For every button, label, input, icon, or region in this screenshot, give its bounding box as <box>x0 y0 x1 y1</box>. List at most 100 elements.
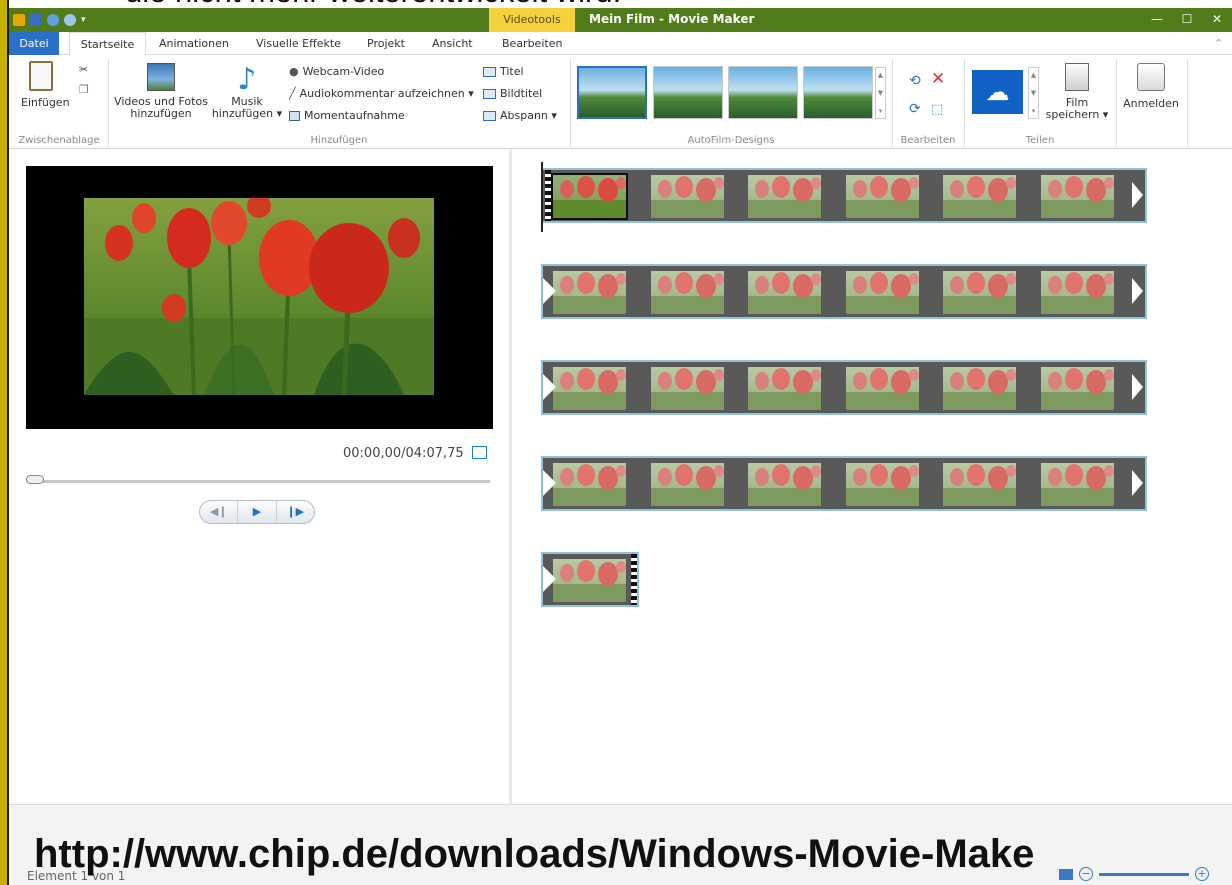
cut-icon[interactable]: ✂ <box>79 63 88 76</box>
save-icon[interactable] <box>30 14 42 26</box>
storyboard-view-icon[interactable] <box>1059 868 1073 880</box>
remove-icon[interactable]: ✕ <box>931 69 945 89</box>
theme-thumbnail[interactable] <box>803 66 873 119</box>
clip-thumbnail[interactable] <box>943 271 1017 314</box>
microphone-icon: ╱ <box>289 87 296 100</box>
clip-thumbnail[interactable] <box>943 367 1017 410</box>
narration-button[interactable]: ╱ Audiokommentar aufzeichnen ▾ <box>289 87 474 100</box>
scroll-down-icon[interactable]: ▼ <box>1031 89 1036 97</box>
clip-thumbnail[interactable] <box>551 173 628 220</box>
zoom-in-icon[interactable]: + <box>1195 867 1209 881</box>
save-movie-label-2: speichern ▾ <box>1045 108 1109 121</box>
theme-thumbnail[interactable] <box>577 66 647 119</box>
minimize-button[interactable]: — <box>1142 8 1172 32</box>
tab-projekt[interactable]: Projekt <box>367 32 405 55</box>
save-movie-button[interactable]: Film speichern ▾ <box>1042 63 1112 121</box>
clip-thumbnail[interactable] <box>748 175 822 218</box>
webcam-video-button[interactable]: ● Webcam-Video <box>289 65 384 78</box>
tab-datei[interactable]: Datei <box>9 32 59 55</box>
zoom-out-icon[interactable]: − <box>1079 867 1093 881</box>
clip-thumbnail[interactable] <box>553 463 626 506</box>
playhead[interactable] <box>541 162 543 232</box>
rotate-right-icon[interactable]: ⟳ <box>909 101 921 117</box>
clip-thumbnail[interactable] <box>1041 175 1114 218</box>
add-music-button[interactable]: ♪ Musik hinzufügen ▾ <box>211 63 283 120</box>
collapse-ribbon-icon[interactable]: ⌃ <box>1214 32 1223 55</box>
segment-start-icon <box>543 566 556 592</box>
fullscreen-icon[interactable] <box>472 446 487 459</box>
film-perforation <box>545 170 551 221</box>
snapshot-icon <box>289 110 300 121</box>
credits-button[interactable]: Abspann ▾ <box>483 109 557 122</box>
theme-thumbnail[interactable] <box>653 66 723 119</box>
scroll-down-icon[interactable]: ▼ <box>878 89 883 97</box>
maximize-button[interactable]: ☐ <box>1172 8 1202 32</box>
clip-thumbnail[interactable] <box>650 367 724 410</box>
clip-strip[interactable] <box>541 360 1147 415</box>
clip-thumbnail[interactable] <box>748 463 822 506</box>
clip-thumbnail[interactable] <box>553 271 626 314</box>
theme-thumbnail[interactable] <box>728 66 798 119</box>
themes-scroll[interactable]: ▲ ▼ ▾ <box>875 67 886 119</box>
clip-thumbnail[interactable] <box>1041 463 1114 506</box>
clip-thumbnail[interactable] <box>845 175 919 218</box>
more-icon[interactable]: ▾ <box>879 107 883 115</box>
play-icon[interactable]: ▶ <box>237 501 277 523</box>
customize-toolbar-icon[interactable]: ▾ <box>81 15 86 25</box>
tab-bearbeiten[interactable]: Bearbeiten <box>502 32 562 55</box>
storyboard <box>512 150 1232 804</box>
tab-ansicht[interactable]: Ansicht <box>432 32 473 55</box>
seek-handle[interactable] <box>26 475 44 484</box>
tab-visuelle-effekte[interactable]: Visuelle Effekte <box>256 32 341 55</box>
onedrive-button[interactable]: ☁ <box>972 70 1023 114</box>
clip-thumbnail[interactable] <box>553 559 626 602</box>
paste-label: Einfügen <box>21 96 70 109</box>
tab-animationen[interactable]: Animationen <box>159 32 229 55</box>
clip-strip[interactable] <box>541 552 639 607</box>
clip-thumbnail[interactable] <box>845 367 919 410</box>
clip-thumbnail[interactable] <box>650 175 724 218</box>
zoom-slider[interactable] <box>1099 872 1189 876</box>
redo-icon[interactable] <box>64 14 76 26</box>
clip-thumbnail[interactable] <box>845 271 919 314</box>
paste-button[interactable]: Einfügen <box>21 61 70 109</box>
next-frame-icon[interactable]: ❙▶ <box>277 501 314 523</box>
clip-strip[interactable] <box>541 168 1147 223</box>
snapshot-button[interactable]: Momentaufnahme <box>289 109 405 122</box>
tab-startseite[interactable]: Startseite <box>69 32 146 56</box>
title-bar: ▾ Videotools Mein Film - Movie Maker — ☐… <box>9 8 1232 32</box>
title-button[interactable]: Titel <box>483 65 524 78</box>
clip-strip[interactable] <box>541 264 1147 319</box>
clip-thumbnail[interactable] <box>1041 367 1114 410</box>
clip-strip[interactable] <box>541 456 1147 511</box>
playback-controls: ◀❙ ▶ ❙▶ <box>199 500 315 524</box>
seek-bar[interactable] <box>26 480 490 483</box>
rotate-left-icon[interactable]: ⟲ <box>909 73 921 89</box>
clip-thumbnail[interactable] <box>553 367 626 410</box>
caption-button[interactable]: Bildtitel <box>483 87 542 100</box>
share-scroll[interactable]: ▲ ▼ ▾ <box>1028 67 1039 119</box>
clip-thumbnail[interactable] <box>943 463 1017 506</box>
sign-in-button[interactable]: Anmelden <box>1120 63 1182 110</box>
more-icon[interactable]: ▾ <box>1032 107 1036 115</box>
clip-thumbnail[interactable] <box>1041 271 1114 314</box>
close-button[interactable]: ✕ <box>1202 8 1232 32</box>
scroll-up-icon[interactable]: ▲ <box>878 71 883 79</box>
clip-thumbnail[interactable] <box>650 463 724 506</box>
app-icon[interactable] <box>13 14 25 26</box>
add-videos-photos-button[interactable]: Videos und Fotos hinzufügen <box>113 63 209 120</box>
video-preview[interactable] <box>26 166 493 429</box>
copy-icon[interactable]: ❐ <box>79 83 89 96</box>
title-icon <box>483 66 496 77</box>
clip-thumbnail[interactable] <box>845 463 919 506</box>
clip-thumbnail[interactable] <box>943 175 1017 218</box>
undo-icon[interactable] <box>47 14 59 26</box>
clip-thumbnail[interactable] <box>650 271 724 314</box>
select-all-icon[interactable]: ⬚ <box>931 102 943 117</box>
clip-thumbnail[interactable] <box>748 271 822 314</box>
clip-thumbnail[interactable] <box>748 367 822 410</box>
previous-frame-icon[interactable]: ◀❙ <box>200 501 237 523</box>
scroll-up-icon[interactable]: ▲ <box>1031 71 1036 79</box>
music-note-icon: ♪ <box>237 62 257 97</box>
save-movie-icon <box>1065 63 1089 91</box>
